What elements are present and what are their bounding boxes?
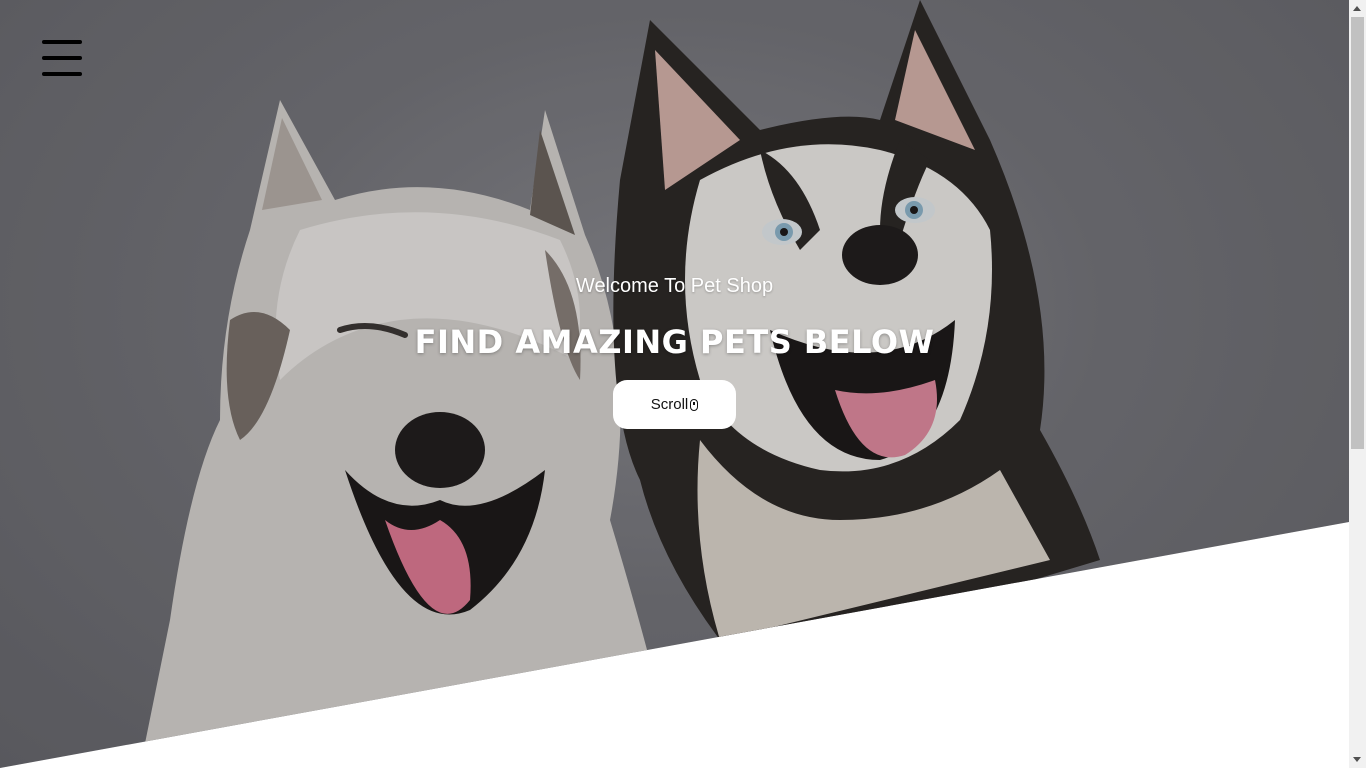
scroll-down-arrow-icon[interactable] bbox=[1353, 757, 1361, 762]
menu-line bbox=[42, 56, 82, 60]
scroll-button-label: Scroll bbox=[650, 396, 689, 413]
page-viewport: Welcome To Pet Shop FIND AMAZING PETS BE… bbox=[0, 0, 1349, 768]
hero-content: Welcome To Pet Shop FIND AMAZING PETS BE… bbox=[0, 270, 1349, 429]
scroll-button[interactable]: Scroll bbox=[613, 380, 736, 429]
scrollbar-thumb[interactable] bbox=[1351, 17, 1364, 449]
mouse-icon bbox=[690, 398, 699, 411]
menu-line bbox=[42, 40, 82, 44]
welcome-text: Welcome To Pet Shop bbox=[575, 275, 774, 297]
hero-headline: FIND AMAZING PETS BELOW bbox=[414, 323, 935, 361]
hamburger-menu-icon[interactable] bbox=[42, 40, 82, 76]
vertical-scrollbar[interactable] bbox=[1349, 0, 1366, 768]
scroll-up-arrow-icon[interactable] bbox=[1353, 6, 1361, 11]
menu-line bbox=[42, 72, 82, 76]
